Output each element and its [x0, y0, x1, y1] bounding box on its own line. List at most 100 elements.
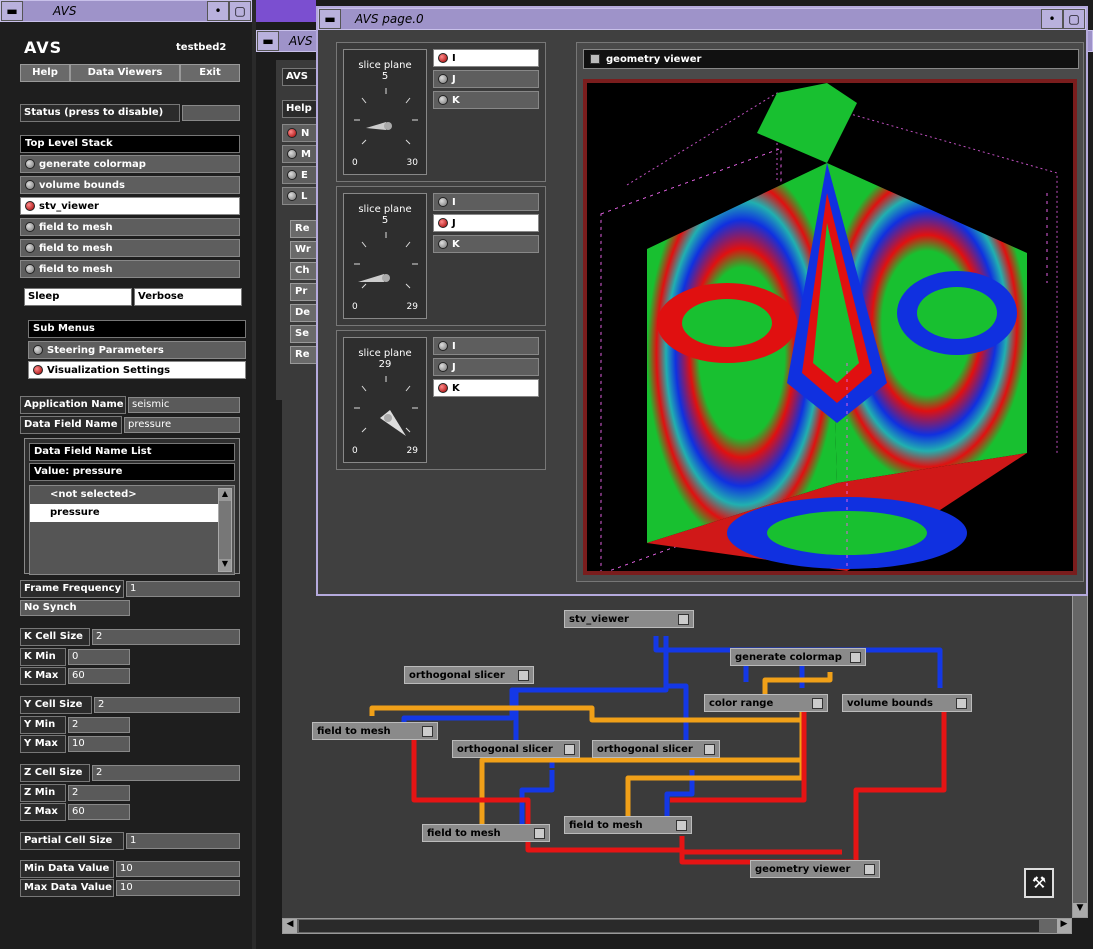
node-port-icon[interactable] [678, 614, 689, 625]
y-cell-size-field[interactable]: 2 [94, 697, 240, 713]
node-orthogonal-slicer-1[interactable]: orthogonal slicer [404, 666, 534, 684]
page-window-titlebar[interactable]: ▬ AVS page.0 • ▢ [318, 8, 1086, 30]
window-menu-icon[interactable]: ▬ [319, 9, 341, 29]
z-min-label: Z Min [20, 784, 66, 802]
node-geometry-viewer[interactable]: geometry viewer [750, 860, 880, 878]
scroll-left-icon[interactable]: ◀ [283, 919, 297, 933]
y-min-field[interactable]: 2 [68, 717, 130, 733]
k-min-field[interactable]: 0 [68, 649, 130, 665]
radio-icon [25, 264, 35, 274]
axis-option-k[interactable]: K [433, 379, 539, 397]
node-orthogonal-slicer-2[interactable]: orthogonal slicer [452, 740, 580, 758]
data-viewers-button[interactable]: Data Viewers [70, 64, 180, 82]
geometry-viewer-header[interactable]: geometry viewer [583, 49, 1079, 69]
stack-item-field-to-mesh-1[interactable]: field to mesh [20, 218, 240, 236]
radio-icon [287, 170, 297, 180]
hammer-icon[interactable]: ⚒ [1024, 868, 1054, 898]
axis-option-k[interactable]: K [433, 235, 539, 253]
scroll-down-icon[interactable]: ▼ [219, 559, 231, 571]
window-menu-icon[interactable]: ▬ [1, 1, 23, 21]
exit-button[interactable]: Exit [180, 64, 240, 82]
left-window-titlebar[interactable]: ▬ AVS • ▢ [0, 0, 252, 22]
scroll-thumb[interactable] [299, 920, 1039, 932]
horizontal-scrollbar[interactable]: ◀ ▶ [282, 918, 1072, 934]
slice-plane-dial-2[interactable]: slice plane 5 0 29 [343, 193, 427, 319]
max-data-value-field[interactable]: 10 [116, 880, 240, 896]
node-field-to-mesh-2[interactable]: field to mesh [422, 824, 550, 842]
node-port-icon[interactable] [564, 744, 575, 755]
sub-menu-visualization-settings[interactable]: Visualization Settings [28, 361, 246, 379]
no-synch-toggle[interactable]: No Synch [20, 600, 130, 616]
viewer-menu-icon[interactable] [590, 54, 600, 64]
sub-menu-steering-parameters[interactable]: Steering Parameters [28, 341, 246, 359]
scroll-down-icon[interactable]: ▼ [1073, 903, 1087, 917]
axis-option-i[interactable]: I [433, 49, 539, 67]
dial-max: 30 [406, 158, 418, 168]
geometry-viewer-canvas[interactable] [583, 79, 1077, 575]
z-max-field[interactable]: 60 [68, 804, 130, 820]
stack-item-stv-viewer[interactable]: stv_viewer [20, 197, 240, 215]
minimize-icon[interactable]: • [207, 1, 229, 21]
node-port-icon[interactable] [704, 744, 715, 755]
min-data-value-field[interactable]: 10 [116, 861, 240, 877]
node-stv-viewer[interactable]: stv_viewer [564, 610, 694, 628]
radio-icon [438, 74, 448, 84]
partial-cell-size-field[interactable]: 1 [126, 833, 240, 849]
stack-item-volume-bounds[interactable]: volume bounds [20, 176, 240, 194]
radio-icon [287, 149, 297, 159]
axis-option-i[interactable]: I [433, 193, 539, 211]
axis-option-i[interactable]: I [433, 337, 539, 355]
list-item-pressure[interactable]: pressure [30, 504, 218, 522]
node-port-icon[interactable] [864, 864, 875, 875]
scroll-up-icon[interactable]: ▲ [219, 489, 231, 501]
z-min-field[interactable]: 2 [68, 785, 130, 801]
list-item-not-selected[interactable]: <not selected> [30, 486, 234, 504]
stack-item-field-to-mesh-2[interactable]: field to mesh [20, 239, 240, 257]
axis-option-j[interactable]: J [433, 358, 539, 376]
node-port-icon[interactable] [850, 652, 861, 663]
host-name: testbed2 [176, 42, 227, 53]
seismic-volume-render [600, 83, 1058, 575]
window-menu-icon[interactable]: ▬ [257, 31, 279, 51]
node-port-icon[interactable] [534, 828, 545, 839]
status-field[interactable] [182, 105, 240, 121]
node-generate-colormap[interactable]: generate colormap [730, 648, 866, 666]
stack-item-generate-colormap[interactable]: generate colormap [20, 155, 240, 173]
k-cell-size-field[interactable]: 2 [92, 629, 240, 645]
stack-item-field-to-mesh-3[interactable]: field to mesh [20, 260, 240, 278]
red-connection [853, 712, 947, 870]
verbose-button[interactable]: Verbose [134, 288, 242, 306]
application-name-field[interactable]: seismic [128, 397, 240, 413]
node-port-icon[interactable] [812, 698, 823, 709]
node-port-icon[interactable] [956, 698, 967, 709]
status-toggle[interactable]: Status (press to disable) [20, 104, 180, 122]
help-button[interactable]: Help [20, 64, 70, 82]
minimize-icon[interactable]: • [1041, 9, 1063, 29]
maximize-icon[interactable]: ▢ [229, 1, 251, 21]
sleep-button[interactable]: Sleep [24, 288, 132, 306]
data-field-name-field[interactable]: pressure [124, 417, 240, 433]
z-cell-size-field[interactable]: 2 [92, 765, 240, 781]
node-field-to-mesh-1[interactable]: field to mesh [312, 722, 438, 740]
node-orthogonal-slicer-3[interactable]: orthogonal slicer [592, 740, 720, 758]
maximize-icon[interactable]: ▢ [1063, 9, 1085, 29]
slice-plane-dial-3[interactable]: slice plane 29 0 29 [343, 337, 427, 463]
node-port-icon[interactable] [676, 820, 687, 831]
k-max-field[interactable]: 60 [68, 668, 130, 684]
y-max-field[interactable]: 10 [68, 736, 130, 752]
slice-plane-green-top [757, 83, 857, 163]
node-volume-bounds[interactable]: volume bounds [842, 694, 972, 712]
axis-option-j[interactable]: J [433, 70, 539, 88]
axis-option-k[interactable]: K [433, 91, 539, 109]
radio-icon [25, 222, 35, 232]
red-connection [679, 836, 842, 855]
scroll-right-icon[interactable]: ▶ [1057, 919, 1071, 933]
slice-plane-dial-1[interactable]: slice plane 5 0 30 [343, 49, 427, 175]
node-field-to-mesh-3[interactable]: field to mesh [564, 816, 692, 834]
list-scrollbar[interactable]: ▲ ▼ [218, 488, 232, 572]
frame-frequency-field[interactable]: 1 [126, 581, 240, 597]
node-color-range[interactable]: color range [704, 694, 828, 712]
axis-option-j[interactable]: J [433, 214, 539, 232]
node-port-icon[interactable] [518, 670, 529, 681]
node-port-icon[interactable] [422, 726, 433, 737]
